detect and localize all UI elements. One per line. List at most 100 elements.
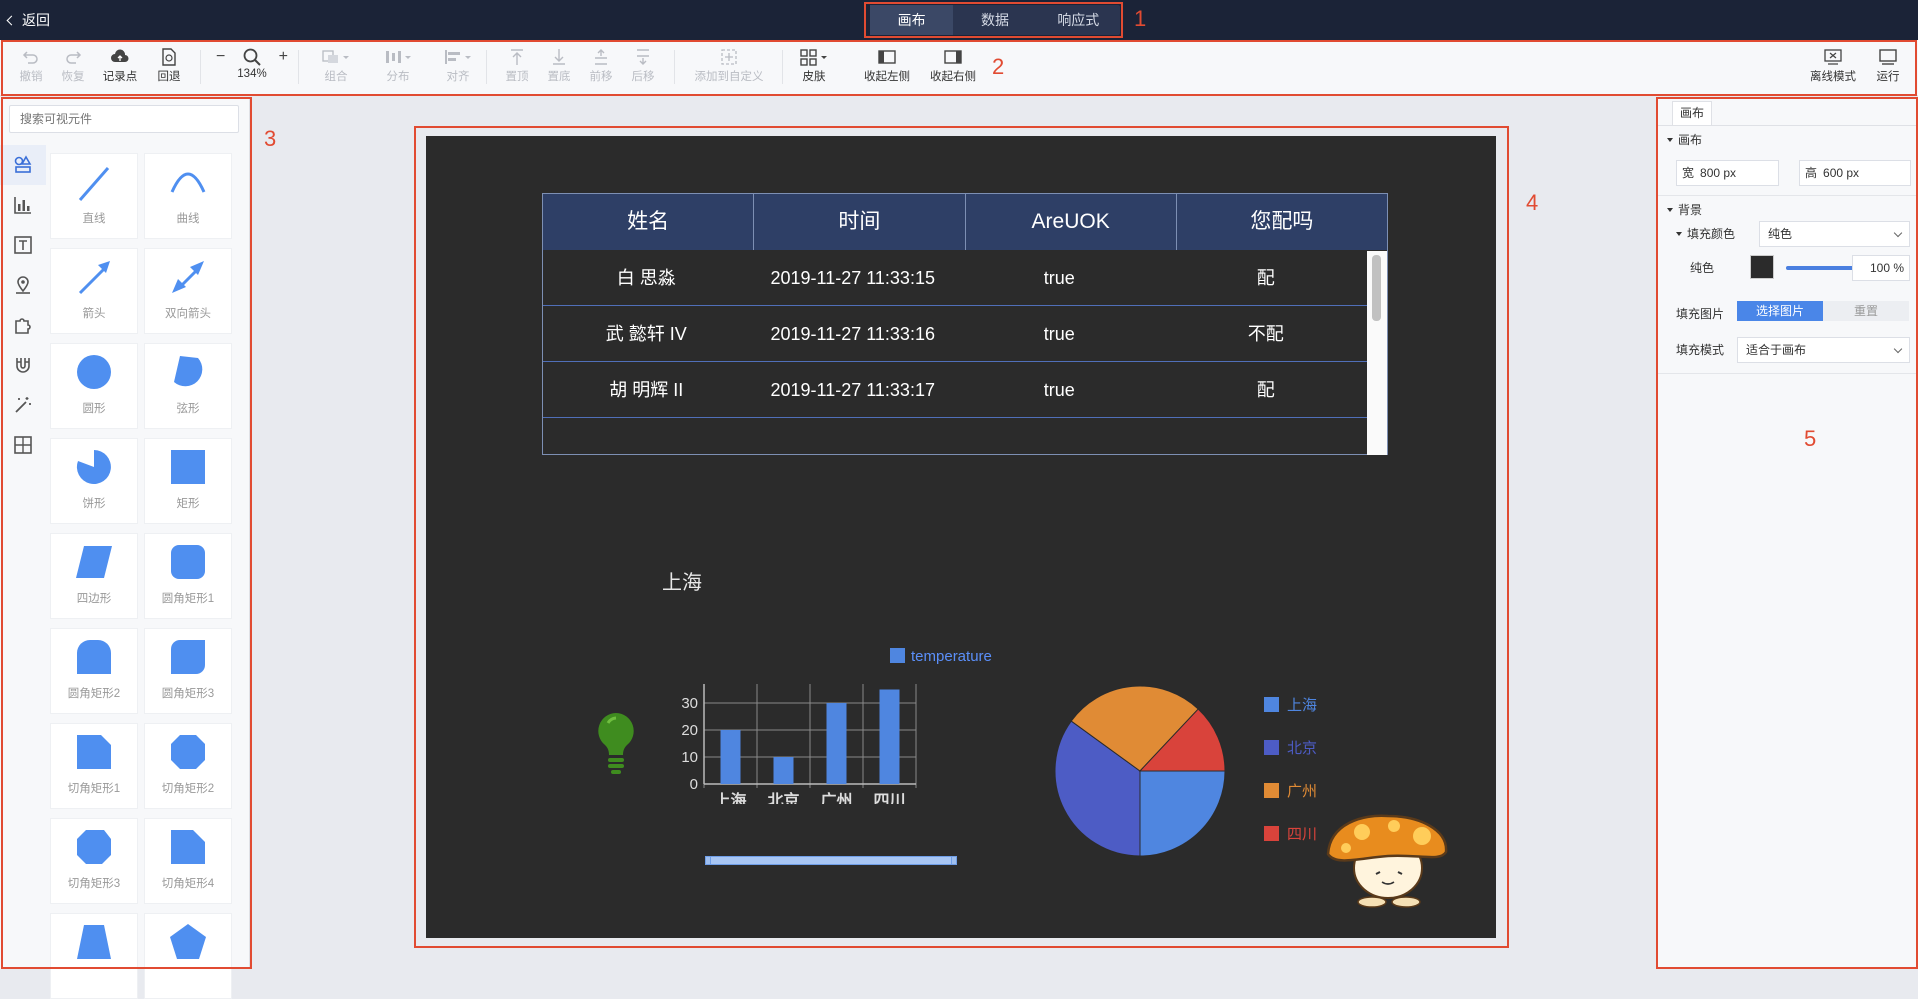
fill-mode-select[interactable]: 适合于画布 [1737,337,1910,363]
component-circle-shape[interactable]: 圆形 [50,343,138,429]
group-button[interactable]: 组合 [318,46,354,84]
city-title-text[interactable]: 上海 [662,566,702,595]
component-double-arrow-shape[interactable]: 双向箭头 [144,248,232,334]
fill-color-label[interactable]: 填充颜色 [1676,225,1735,242]
bar-legend[interactable]: temperature [890,648,992,665]
bar [826,703,847,784]
tab-data[interactable]: 数据 [953,5,1036,35]
table-scrollbar[interactable] [1367,251,1387,455]
design-canvas[interactable]: 姓名 时间 AreUOK 您配吗 白 思淼 2019-11-27 11:33:1… [426,136,1496,938]
collapse-right-button[interactable]: 收起右侧 [928,46,978,84]
slider-handle-right[interactable] [951,856,957,865]
align-button[interactable]: 对齐 [440,46,476,84]
rect-shape-icon [171,450,205,484]
component-cut-rect-3[interactable]: 切角矩形3 [50,818,138,904]
pie-legend-item[interactable]: 上海 [1264,694,1317,737]
distribute-label: 分布 [386,71,410,83]
component-cut-rect-1[interactable]: 切角矩形1 [50,723,138,809]
table-row[interactable]: 白 思淼 2019-11-27 11:33:15 true 配 [543,250,1369,306]
tab-canvas-properties[interactable]: 画布 [1672,101,1712,125]
savepoint-button[interactable]: 记录点 [100,46,140,84]
component-quad-shape[interactable]: 四边形 [50,533,138,619]
chevron-down-icon [1893,344,1903,354]
fill-mode-value: 适合于画布 [1746,343,1807,357]
component-pentagon-shape[interactable] [144,913,232,999]
component-round-rect-1[interactable]: 圆角矩形1 [144,533,232,619]
fill-mode-label: 填充模式 [1676,343,1725,357]
send-bottom-button[interactable]: 置底 [544,46,574,84]
skin-label: 皮肤 [802,71,826,83]
table-row[interactable]: 武 懿轩 IV 2019-11-27 11:33:16 true 不配 [543,306,1369,362]
section-background[interactable]: 背景 [1667,201,1702,218]
tab-responsive[interactable]: 响应式 [1037,5,1120,35]
component-round-rect-3[interactable]: 圆角矩形3 [144,628,232,714]
collapse-left-button[interactable]: 收起左侧 [862,46,912,84]
data-table[interactable]: 姓名 时间 AreUOK 您配吗 白 思淼 2019-11-27 11:33:1… [542,193,1388,455]
opacity-field[interactable]: 100 % [1852,255,1910,281]
backward-button[interactable]: 后移 [628,46,658,84]
category-magnet[interactable] [0,345,46,385]
component-arrow-shape[interactable]: 箭头 [50,248,138,334]
component-chord-shape[interactable]: 弦形 [144,343,232,429]
bar-chart[interactable]: 0 10 20 30 40 上海 北京 广州 四川 [666,684,926,804]
zoom-in-button[interactable]: + [279,48,288,66]
skin-button[interactable]: 皮肤 [796,46,832,84]
pie-slice[interactable] [1139,770,1226,857]
forward-button[interactable]: 前移 [586,46,616,84]
backward-label: 后移 [631,71,655,83]
run-button[interactable]: 运行 [1872,46,1904,84]
component-round-rect-2[interactable]: 圆角矩形2 [50,628,138,714]
add-custom-button[interactable]: 添加到自定义 [690,46,768,84]
pie-legend-item[interactable]: 四川 [1264,823,1317,866]
color-swatch[interactable] [1750,255,1774,279]
rollback-button[interactable]: 回退 [152,46,186,84]
category-map[interactable] [0,265,46,305]
category-shapes[interactable] [0,145,46,185]
component-pie-shape[interactable]: 饼形 [50,438,138,524]
category-bar [0,145,46,465]
undo-button[interactable]: 撤销 [16,46,46,84]
component-label: 弦形 [176,403,200,415]
text-icon [14,236,32,254]
offline-mode-button[interactable]: 离线模式 [1808,46,1858,84]
align-icon [445,50,471,64]
pie-chart[interactable] [1050,681,1230,861]
slider-handle-left[interactable] [705,856,711,865]
data-zoom-slider[interactable] [705,856,957,865]
round-rect-2-icon [77,640,111,674]
tab-canvas[interactable]: 画布 [870,5,954,35]
component-label: 圆角矩形2 [67,688,121,700]
send-bottom-icon [553,49,565,65]
mushroom-mascot-image[interactable] [1322,812,1452,908]
canvas-width-field[interactable]: 宽 800 px [1676,160,1779,186]
category-text[interactable] [0,225,46,265]
search-input[interactable] [9,105,239,133]
component-line-shape[interactable]: 直线 [50,153,138,239]
distribute-button[interactable]: 分布 [380,46,416,84]
canvas-height-field[interactable]: 高 600 px [1799,160,1911,186]
table-row[interactable]: 胡 明辉 II 2019-11-27 11:33:17 true 配 [543,362,1369,418]
component-rect-shape[interactable]: 矩形 [144,438,232,524]
zoom-icon[interactable] [242,47,262,67]
component-trapezoid-shape[interactable] [50,913,138,999]
category-magic[interactable] [0,385,46,425]
category-custom[interactable] [0,425,46,465]
scrollbar-thumb[interactable] [1372,255,1381,321]
select-image-button[interactable]: 选择图片 [1737,301,1823,321]
fill-color-select[interactable]: 纯色 [1759,221,1910,247]
redo-button[interactable]: 恢复 [58,46,88,84]
component-cut-rect-2[interactable]: 切角矩形2 [144,723,232,809]
bring-top-button[interactable]: 置顶 [502,46,532,84]
component-cut-rect-4[interactable]: 切角矩形4 [144,818,232,904]
toolbar: 撤销 恢复 记录点 回退 − + 134% 组合 分布 对齐 置顶 置底 前移 [0,40,1918,96]
category-charts[interactable] [0,185,46,225]
component-curve-shape[interactable]: 曲线 [144,153,232,239]
pie-legend-item[interactable]: 北京 [1264,737,1317,780]
zoom-out-button[interactable]: − [216,48,225,66]
back-button[interactable]: 返回 [6,10,50,30]
pie-legend-item[interactable]: 广州 [1264,780,1317,823]
reset-image-button[interactable]: 重置 [1823,301,1909,321]
section-canvas[interactable]: 画布 [1667,131,1702,148]
category-plugins[interactable] [0,305,46,345]
lightbulb-icon[interactable] [592,709,640,779]
